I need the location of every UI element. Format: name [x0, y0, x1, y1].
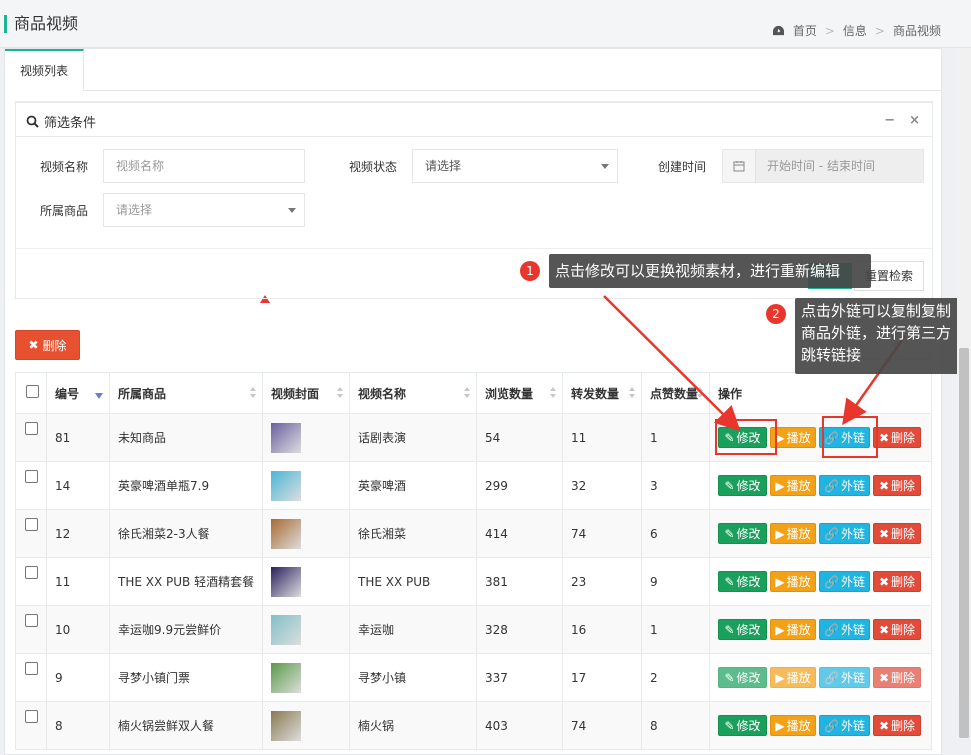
arrow-to-edit — [603, 295, 741, 432]
scrollbar-thumb[interactable] — [959, 348, 969, 738]
annotation-arrows — [603, 295, 907, 432]
annotation-tip-2-line1: 点击外链可以复制复制 — [801, 302, 952, 320]
annotation-tip-2: 点击外链可以复制复制 商品外链，进行第三方 跳转链接 — [795, 298, 971, 374]
annotation-number-2: 2 — [766, 304, 786, 324]
annotation-tip-1: 点击修改可以更换视频素材，进行重新编辑 — [549, 254, 871, 288]
annotation-tip-2-line3: 跳转链接 — [801, 346, 862, 364]
annotation-number-1: 1 — [520, 261, 540, 281]
scrollbar[interactable] — [957, 48, 971, 738]
annotation-tip-2-line2: 商品外链，进行第三方 — [801, 324, 952, 342]
